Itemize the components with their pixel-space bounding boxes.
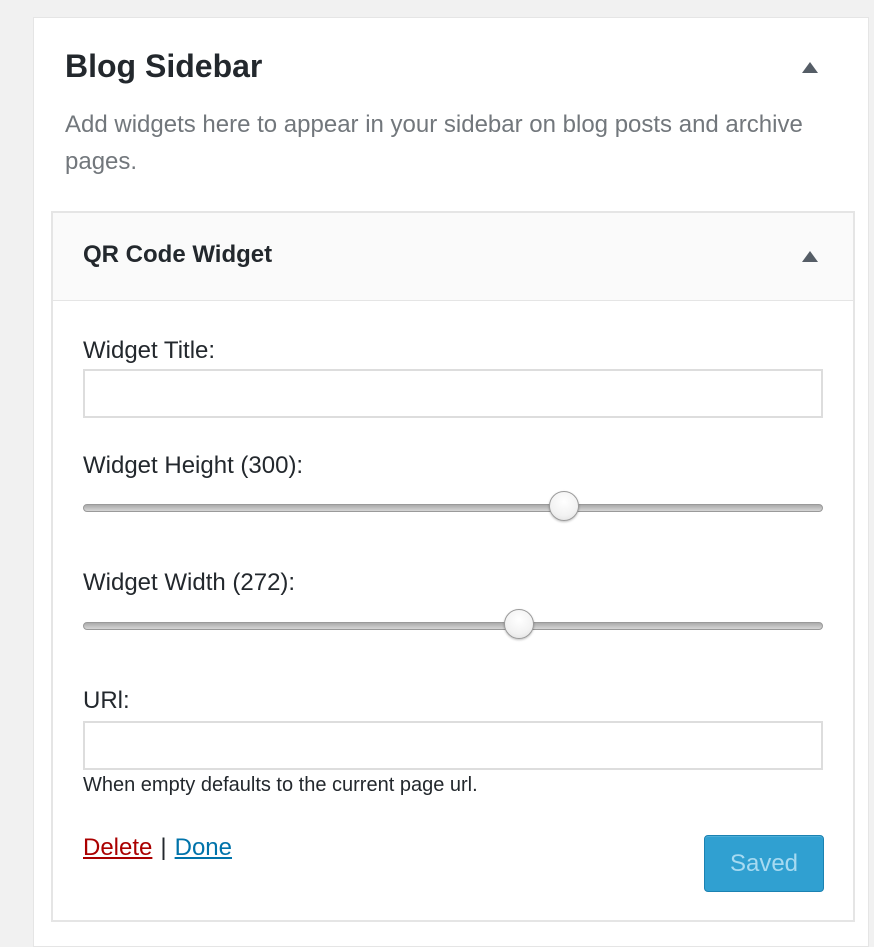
blog-sidebar-panel: Blog Sidebar Add widgets here to appear … <box>33 17 869 947</box>
saved-button[interactable]: Saved <box>704 835 824 892</box>
qr-code-widget: QR Code Widget Widget Title: Widget Heig… <box>51 211 855 922</box>
done-link[interactable]: Done <box>175 834 232 861</box>
url-label: URl: <box>83 687 130 714</box>
widget-height-slider[interactable] <box>83 491 823 527</box>
widget-collapse-icon[interactable] <box>802 251 818 262</box>
widget-title-label: Widget Title: <box>83 337 216 364</box>
widget-title: QR Code Widget <box>83 241 273 268</box>
action-separator: | <box>160 834 167 861</box>
widget-width-label: Widget Width (272): <box>83 569 296 596</box>
delete-link[interactable]: Delete <box>83 834 152 861</box>
widget-actions: Delete | Done <box>83 834 232 862</box>
sidebar-title: Blog Sidebar <box>65 48 263 84</box>
widget-width-track[interactable] <box>83 622 823 630</box>
url-help-text: When empty defaults to the current page … <box>83 774 478 796</box>
widget-height-label: Widget Height (300): <box>83 452 304 479</box>
widget-width-thumb[interactable] <box>503 609 534 639</box>
widget-height-track[interactable] <box>83 504 823 512</box>
widget-header[interactable]: QR Code Widget <box>53 213 853 301</box>
widget-width-slider[interactable] <box>83 609 823 645</box>
widget-title-input[interactable] <box>83 369 823 418</box>
sidebar-description: Add widgets here to appear in your sideb… <box>65 111 803 175</box>
widget-height-thumb[interactable] <box>549 491 579 521</box>
url-input[interactable] <box>83 721 823 770</box>
sidebar-collapse-icon[interactable] <box>802 62 818 73</box>
